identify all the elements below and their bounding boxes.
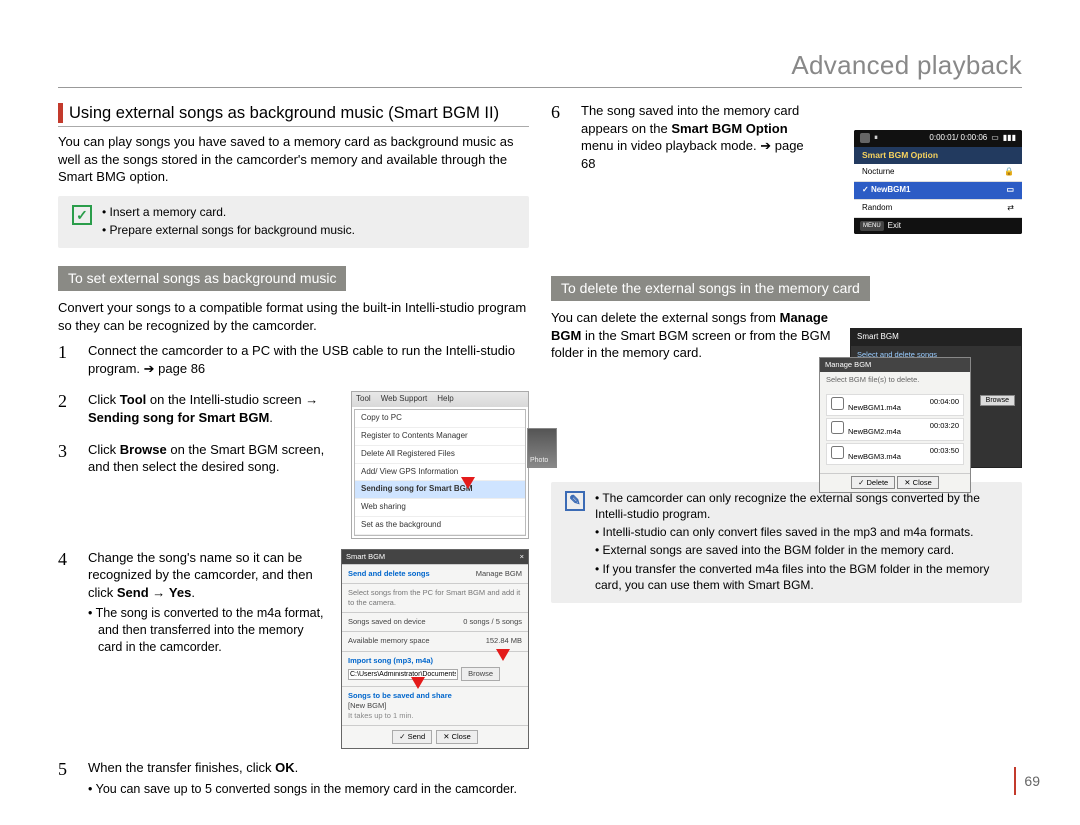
step-4: 4 Change the song's name so it can be re… bbox=[58, 549, 529, 750]
step-number: 2 bbox=[58, 391, 74, 410]
info-note-box: ✎ The camcorder can only recognize the e… bbox=[551, 482, 1022, 603]
menu-row: Add/ View GPS Information bbox=[355, 464, 525, 482]
list-item: NewBGM1.m4a00:04:00 bbox=[826, 394, 964, 416]
path-input[interactable] bbox=[348, 669, 458, 680]
page-ref: page 86 bbox=[158, 361, 205, 376]
left-column: Using external songs as background music… bbox=[58, 102, 529, 808]
info-note-item: The camcorder can only recognize the ext… bbox=[595, 490, 1010, 522]
manage-bgm-figure: Smart BGM Select and delete songs Browse… bbox=[850, 328, 1022, 468]
page-number: 69 bbox=[1014, 767, 1040, 795]
close-icon: × bbox=[520, 552, 524, 562]
list-item: NewBGM2.m4a00:03:20 bbox=[826, 418, 964, 440]
shuffle-icon: ⇄ bbox=[1007, 203, 1014, 214]
section-heading: Using external songs as background music… bbox=[58, 102, 529, 127]
sub-heading-set: To set external songs as background musi… bbox=[58, 266, 346, 291]
menu-row: Register to Contents Manager bbox=[355, 428, 525, 446]
menu-help: Help bbox=[437, 394, 453, 405]
smart-bgm-dialog-figure: Smart BGM× Send and delete songs Manage … bbox=[341, 549, 529, 750]
row-checkbox[interactable] bbox=[831, 446, 844, 459]
prep-note-list: Insert a memory card. Prepare external s… bbox=[102, 204, 355, 240]
accent-bar bbox=[58, 103, 63, 123]
menu-row: Delete All Registered Files bbox=[355, 446, 525, 464]
front-dialog-title: Manage BGM bbox=[825, 360, 871, 369]
close-button[interactable]: ✕ Close bbox=[436, 730, 478, 744]
info-icon: ✎ bbox=[565, 491, 585, 511]
cam-menu-row: Nocturne🔒 bbox=[854, 164, 1022, 182]
sd-icon: ▭ bbox=[1006, 185, 1014, 196]
pointer-icon bbox=[461, 477, 475, 489]
tool-menu-figure: Tool Web Support Help Copy to PC Registe… bbox=[351, 391, 529, 538]
step-5-text: When the transfer finishes, click OK. bbox=[88, 759, 529, 777]
lock-icon: 🔒 bbox=[1004, 167, 1014, 178]
front-desc: Select BGM file(s) to delete. bbox=[820, 372, 970, 388]
cam-menu-row-selected: ✓ NewBGM1▭ bbox=[854, 182, 1022, 200]
sub-intro: Convert your songs to a compatible forma… bbox=[58, 299, 529, 334]
row-checkbox[interactable] bbox=[831, 421, 844, 434]
menu-tool: Tool bbox=[356, 394, 371, 405]
pointer-icon bbox=[496, 649, 510, 661]
step-text: Connect the camcorder to a PC with the U… bbox=[88, 343, 515, 376]
info-note-list: The camcorder can only recognize the ext… bbox=[595, 490, 1010, 595]
info-note-item: External songs are saved into the BGM fo… bbox=[595, 542, 1010, 558]
step-2-text: Click Tool on the Intelli-studio screen … bbox=[88, 391, 341, 426]
cam-menu-title: Smart BGM Option bbox=[854, 147, 1022, 164]
sub-heading-delete: To delete the external songs in the memo… bbox=[551, 276, 870, 301]
delete-button[interactable]: ✓ Delete bbox=[851, 476, 895, 489]
dialog-title: Smart BGM bbox=[346, 552, 385, 562]
battery-icon: ▮▮▮ bbox=[1003, 133, 1016, 144]
step-number: 6 bbox=[551, 102, 567, 121]
dialog-desc: Select songs from the PC for Smart BGM a… bbox=[342, 583, 528, 612]
prep-note-box: ✓ Insert a memory card. Prepare external… bbox=[58, 196, 529, 248]
row-checkbox[interactable] bbox=[831, 397, 844, 410]
delete-intro: You can delete the external songs from M… bbox=[551, 309, 841, 362]
step-number: 4 bbox=[58, 549, 74, 568]
sd-icon: ▭ bbox=[991, 133, 999, 144]
section-title: Using external songs as background music… bbox=[69, 102, 499, 124]
menu-row: Copy to PC bbox=[355, 410, 525, 428]
section-intro: You can play songs you have saved to a m… bbox=[58, 133, 529, 186]
list-item: NewBGM3.m4a00:03:50 bbox=[826, 443, 964, 465]
browse-button[interactable]: Browse bbox=[980, 395, 1015, 406]
step-3-text: Click Browse on the Smart BGM screen, an… bbox=[88, 441, 341, 476]
prep-note-item: Prepare external songs for background mu… bbox=[102, 222, 355, 238]
pointer-icon bbox=[411, 677, 425, 689]
step-number: 1 bbox=[58, 342, 74, 361]
checkbox-icon: ✓ bbox=[72, 205, 92, 225]
send-button[interactable]: ✓ Send bbox=[392, 730, 432, 744]
exit-label: Exit bbox=[888, 221, 901, 232]
menu-row: Set as the background bbox=[355, 517, 525, 535]
prep-note-item: Insert a memory card. bbox=[102, 204, 355, 220]
step-1: 1 Connect the camcorder to a PC with the… bbox=[58, 342, 529, 381]
step-4-bullet: The song is converted to the m4a format,… bbox=[88, 605, 331, 656]
step-5: 5 When the transfer finishes, click OK. … bbox=[58, 759, 529, 797]
step-2-3-block: 2 Click Tool on the Intelli-studio scree… bbox=[58, 391, 529, 538]
menu-row-highlight: Sending song for Smart BGM bbox=[355, 481, 525, 499]
back-dialog-title: Smart BGM bbox=[851, 329, 1021, 346]
close-button[interactable]: ✕ Close bbox=[897, 476, 939, 489]
menu-button-icon: MENU bbox=[860, 221, 884, 231]
cam-menu-row: Random⇄ bbox=[854, 200, 1022, 218]
time-label: 0:00:01/ 0:00:06 bbox=[929, 133, 987, 144]
browse-button[interactable]: Browse bbox=[461, 667, 500, 681]
info-note-item: Intelli-studio can only convert files sa… bbox=[595, 524, 1010, 540]
camcorder-menu-figure: ⏸ 0:00:01/ 0:00:06 ▭ ▮▮▮ Smart BGM Optio… bbox=[854, 130, 1022, 234]
step-5-bullet: You can save up to 5 converted songs in … bbox=[88, 781, 529, 798]
info-note-item: If you transfer the converted m4a files … bbox=[595, 561, 1010, 593]
page-title: Advanced playback bbox=[58, 48, 1022, 83]
step-6-text: The song saved into the memory card appe… bbox=[581, 102, 821, 172]
menu-row: Web sharing bbox=[355, 499, 525, 517]
step-number: 3 bbox=[58, 441, 74, 480]
disc-icon bbox=[860, 133, 870, 143]
page-header: Advanced playback bbox=[58, 48, 1022, 88]
pause-icon: ⏸ bbox=[874, 133, 878, 144]
step-4-text: Change the song's name so it can be reco… bbox=[88, 549, 331, 602]
menu-websupport: Web Support bbox=[381, 394, 428, 405]
step-number: 5 bbox=[58, 759, 74, 778]
step-6: 6 The song saved into the memory card ap… bbox=[551, 102, 821, 176]
